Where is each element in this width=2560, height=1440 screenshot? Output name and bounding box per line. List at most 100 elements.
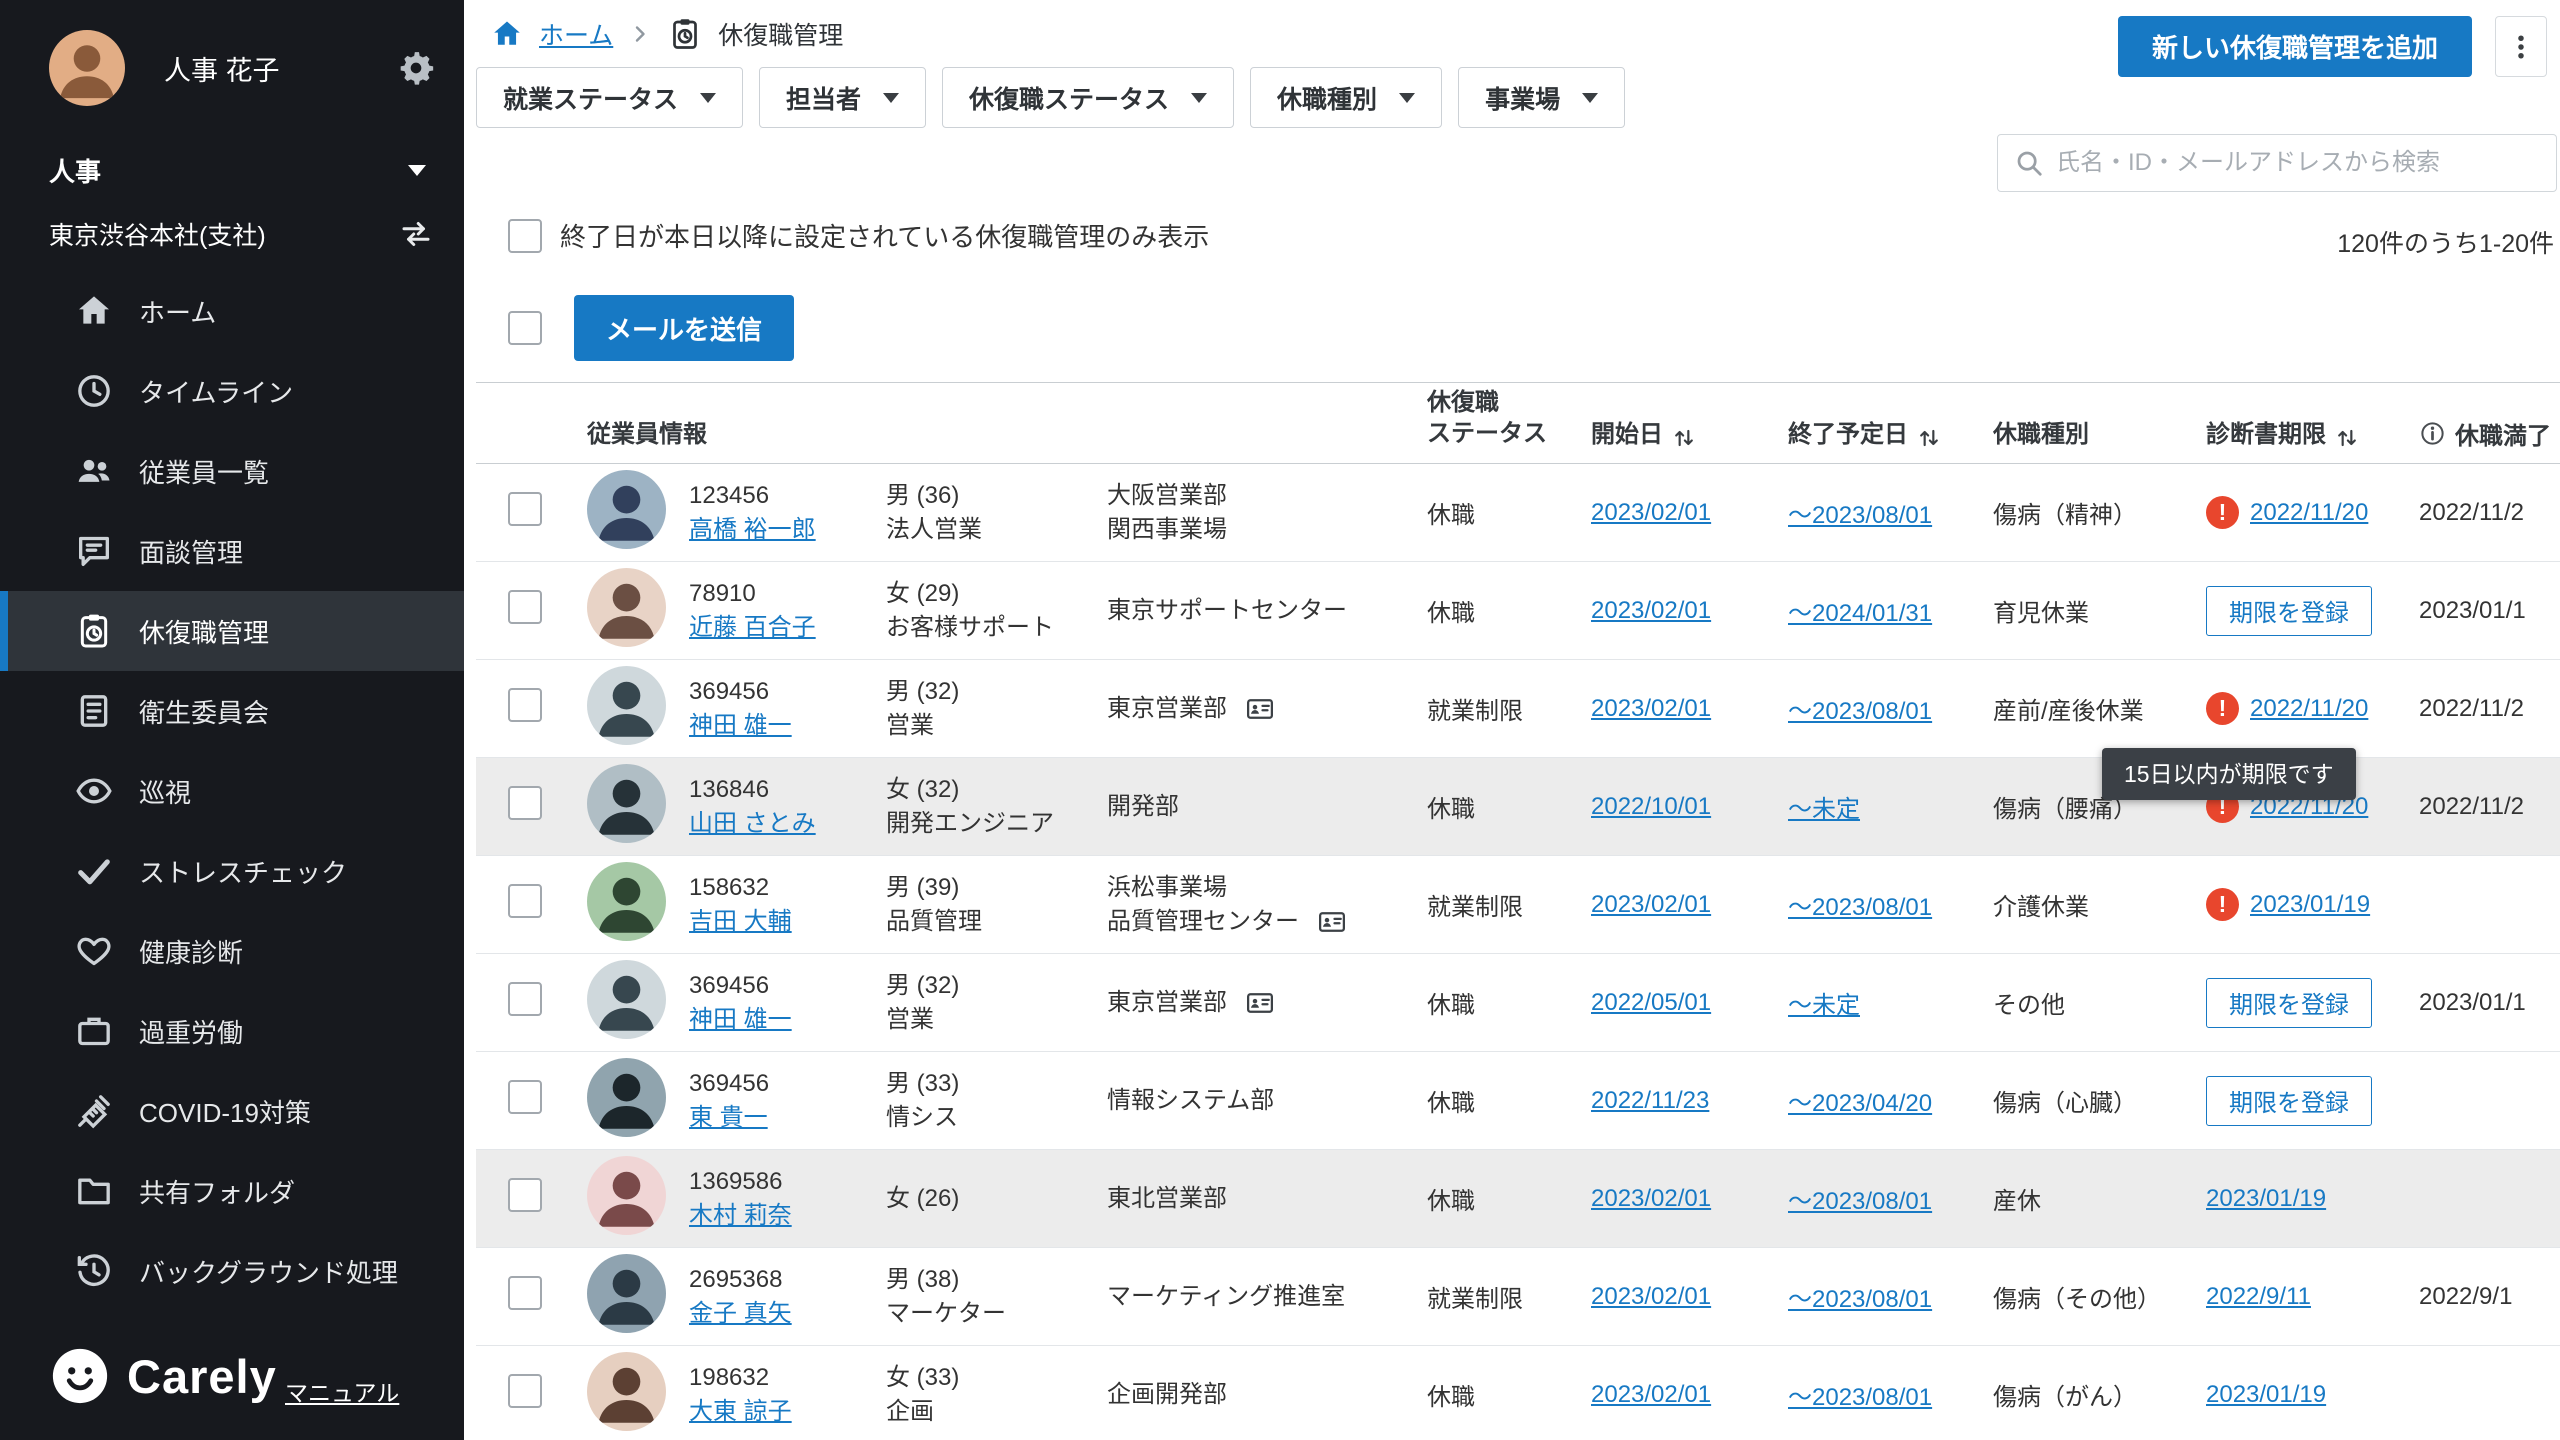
start-date-link[interactable]: 2023/02/01: [1591, 1381, 1711, 1408]
filter-worksite[interactable]: 事業場: [1458, 67, 1625, 128]
info-icon[interactable]: [2419, 420, 2446, 447]
deadline-link[interactable]: 2022/11/20: [2250, 695, 2368, 723]
team-selector[interactable]: 人事: [49, 152, 426, 189]
employee-name-link[interactable]: 吉田 大輔: [689, 905, 878, 939]
employee-avatar: [587, 1254, 666, 1333]
filter-leave-status[interactable]: 休復職ステータス: [942, 67, 1234, 128]
employee-name-link[interactable]: 近藤 百合子: [689, 611, 878, 645]
end-date-link[interactable]: ～2023/08/01: [1788, 1286, 1932, 1313]
office-selector[interactable]: 東京渋谷本社(支社): [49, 216, 434, 252]
department: マーケティング推進室: [1107, 1280, 1419, 1314]
sidebar-item-health-checkup[interactable]: 健康診断: [0, 911, 464, 991]
chevron-down-icon: [883, 93, 899, 103]
row-checkbox[interactable]: [508, 1374, 542, 1408]
deadline-link[interactable]: 2023/01/19: [2250, 891, 2370, 919]
doc-icon: [74, 691, 114, 731]
sidebar-item-covid19[interactable]: COVID-19対策: [0, 1071, 464, 1151]
register-deadline-button[interactable]: 期限を登録: [2206, 1076, 2372, 1126]
deadline-link[interactable]: 2022/9/11: [2206, 1283, 2311, 1311]
sidebar-item-patrol[interactable]: 巡視: [0, 751, 464, 831]
sidebar-item-health-committee[interactable]: 衛生委員会: [0, 671, 464, 751]
row-checkbox[interactable]: [508, 688, 542, 722]
end-date-link[interactable]: ～2023/08/01: [1788, 502, 1932, 529]
start-date-link[interactable]: 2023/02/01: [1591, 1283, 1711, 1310]
sidebar-item-timeline[interactable]: タイムライン: [0, 351, 464, 431]
employee-name-link[interactable]: 東 貴一: [689, 1101, 878, 1135]
user-avatar[interactable]: [49, 30, 125, 106]
start-date-link[interactable]: 2022/10/01: [1591, 793, 1711, 820]
deadline-link[interactable]: 2023/01/19: [2206, 1185, 2326, 1213]
start-date-link[interactable]: 2023/02/01: [1591, 695, 1711, 722]
row-checkbox[interactable]: [508, 1276, 542, 1310]
sidebar: 人事 花子 人事 東京渋谷本社(支社) ホームタイムライン従業員一覧面談管理休復…: [0, 0, 464, 1440]
sidebar-item-background-jobs[interactable]: バックグラウンド処理: [0, 1231, 464, 1311]
start-date-link[interactable]: 2022/11/23: [1591, 1087, 1709, 1114]
header-end-date-sort[interactable]: 終了予定日: [1788, 414, 1993, 463]
sidebar-item-home[interactable]: ホーム: [0, 271, 464, 351]
start-date-link[interactable]: 2023/02/01: [1591, 1185, 1711, 1212]
employee-id: 2695368: [689, 1263, 878, 1297]
register-deadline-button[interactable]: 期限を登録: [2206, 586, 2372, 636]
end-date-link[interactable]: ～2023/08/01: [1788, 698, 1932, 725]
employee-name-link[interactable]: 金子 真矢: [689, 1297, 878, 1331]
end-date-link[interactable]: ～2024/01/31: [1788, 600, 1932, 627]
switch-office-icon: [398, 216, 434, 252]
end-date-link[interactable]: ～2023/08/01: [1788, 1384, 1932, 1411]
employee-name-link[interactable]: 神田 雄一: [689, 1003, 878, 1037]
employee-name-link[interactable]: 山田 さとみ: [689, 807, 878, 841]
header-deadline-sort[interactable]: 診断書期限: [2206, 414, 2419, 463]
row-checkbox[interactable]: [508, 884, 542, 918]
more-options-button[interactable]: [2495, 16, 2547, 77]
deadline-link[interactable]: 2022/11/20: [2250, 499, 2368, 527]
row-checkbox[interactable]: [508, 492, 542, 526]
gear-icon[interactable]: [396, 48, 436, 88]
leave-expiry: 2023/01/1: [2419, 989, 2560, 1017]
end-date-link[interactable]: ～2023/08/01: [1788, 1188, 1932, 1215]
employee-name-link[interactable]: 大東 諒子: [689, 1395, 878, 1429]
only-future-checkbox[interactable]: [508, 219, 542, 253]
row-checkbox[interactable]: [508, 982, 542, 1016]
start-date-link[interactable]: 2022/05/01: [1591, 989, 1711, 1016]
end-date-link[interactable]: ～未定: [1788, 992, 1860, 1019]
employee-name-link[interactable]: 神田 雄一: [689, 709, 878, 743]
select-all-checkbox[interactable]: [508, 311, 542, 345]
row-checkbox[interactable]: [508, 1080, 542, 1114]
header-start-date-sort[interactable]: 開始日: [1591, 414, 1788, 463]
end-date-link[interactable]: ～未定: [1788, 796, 1860, 823]
leave-type: 傷病（がん）: [1993, 1377, 2206, 1412]
check-icon: [74, 851, 114, 891]
employee-name-link[interactable]: 木村 莉奈: [689, 1199, 878, 1233]
start-date-link[interactable]: 2023/02/01: [1591, 891, 1711, 918]
register-deadline-button[interactable]: 期限を登録: [2206, 978, 2372, 1028]
table-header: 従業員情報 休復職 ステータス 開始日 終了予定日 休職種別 診断書期限: [476, 382, 2560, 464]
sidebar-item-shared-folder[interactable]: 共有フォルダ: [0, 1151, 464, 1231]
row-checkbox[interactable]: [508, 786, 542, 820]
filter-leave-type[interactable]: 休職種別: [1250, 67, 1442, 128]
leave-type: 傷病（精神）: [1993, 495, 2206, 530]
filter-staff[interactable]: 担当者: [759, 67, 926, 128]
header-leave-type: 休職種別: [1993, 414, 2206, 463]
home-icon[interactable]: [490, 17, 524, 51]
breadcrumb-home-link[interactable]: ホーム: [539, 16, 613, 52]
sidebar-item-employees[interactable]: 従業員一覧: [0, 431, 464, 511]
manual-link[interactable]: マニュアル: [285, 1374, 399, 1408]
sidebar-item-overwork[interactable]: 過重労働: [0, 991, 464, 1071]
employee-name-link[interactable]: 高橋 裕一郎: [689, 513, 878, 547]
gender-age: 男 (38): [886, 1263, 1099, 1297]
search-input[interactable]: [2056, 149, 2540, 177]
start-date-link[interactable]: 2023/02/01: [1591, 597, 1711, 624]
end-date-link[interactable]: ～2023/04/20: [1788, 1090, 1932, 1117]
filter-employment-status[interactable]: 就業ステータス: [476, 67, 743, 128]
row-checkbox[interactable]: [508, 1178, 542, 1212]
row-checkbox[interactable]: [508, 590, 542, 624]
start-date-link[interactable]: 2023/02/01: [1591, 499, 1711, 526]
sidebar-item-interviews[interactable]: 面談管理: [0, 511, 464, 591]
deadline-link[interactable]: 2023/01/19: [2206, 1381, 2326, 1409]
send-mail-button[interactable]: メールを送信: [574, 295, 794, 361]
sidebar-item-stress-check[interactable]: ストレスチェック: [0, 831, 464, 911]
employee-avatar: [587, 1156, 666, 1235]
add-leave-record-button[interactable]: 新しい休復職管理を追加: [2118, 16, 2472, 77]
end-date-link[interactable]: ～2023/08/01: [1788, 894, 1932, 921]
sidebar-item-leave-management[interactable]: 休復職管理: [0, 591, 464, 671]
search-box: [1997, 134, 2557, 192]
